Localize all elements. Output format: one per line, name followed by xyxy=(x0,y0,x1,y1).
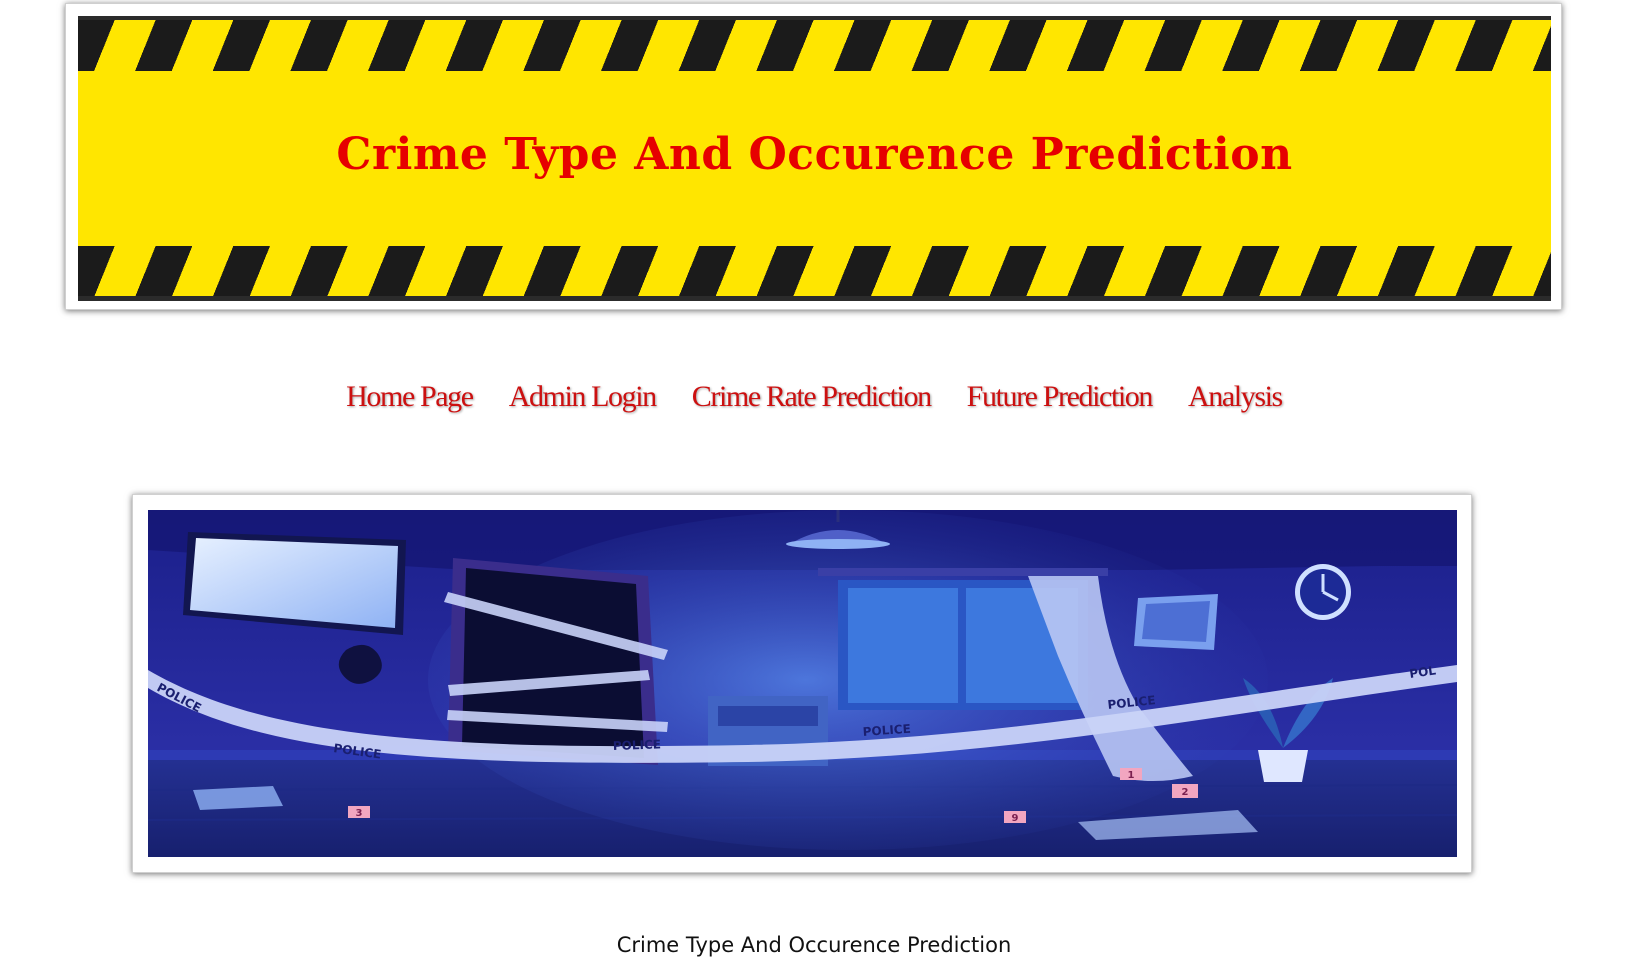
evidence-marker-9: 9 xyxy=(1012,813,1019,824)
page: Crime Type And Occurence Prediction Home… xyxy=(0,0,1628,957)
header-banner: Crime Type And Occurence Prediction xyxy=(65,3,1562,310)
caution-tape-banner: Crime Type And Occurence Prediction xyxy=(78,16,1551,301)
clock-icon xyxy=(1295,564,1351,620)
crime-scene-illustration: POLICE POLICE POLICE POLICE POLICE POL 1… xyxy=(148,510,1457,857)
main-navigation: Home Page Admin Login Crime Rate Predict… xyxy=(0,380,1628,414)
caution-stripe-top xyxy=(78,20,1551,71)
nav-admin-login[interactable]: Admin Login xyxy=(509,380,658,414)
banner-bottom-edge xyxy=(78,296,1551,301)
footer-caption: Crime Type And Occurence Prediction xyxy=(616,933,1012,957)
doorway xyxy=(448,558,658,765)
evidence-marker-1: 1 xyxy=(1128,770,1135,781)
nav-future-prediction[interactable]: Future Prediction xyxy=(967,380,1154,414)
tape-label-3: POLICE xyxy=(613,737,662,753)
evidence-marker-2: 2 xyxy=(1182,787,1189,798)
hero-image-frame: POLICE POLICE POLICE POLICE POLICE POL 1… xyxy=(132,494,1472,873)
nav-home-page[interactable]: Home Page xyxy=(346,380,474,414)
nav-crime-rate-prediction[interactable]: Crime Rate Prediction xyxy=(692,380,932,414)
nav-analysis[interactable]: Analysis xyxy=(1188,380,1283,414)
caution-stripe-bottom xyxy=(78,246,1551,297)
evidence-marker-3: 3 xyxy=(356,808,363,819)
site-title: Crime Type And Occurence Prediction xyxy=(336,129,1293,180)
